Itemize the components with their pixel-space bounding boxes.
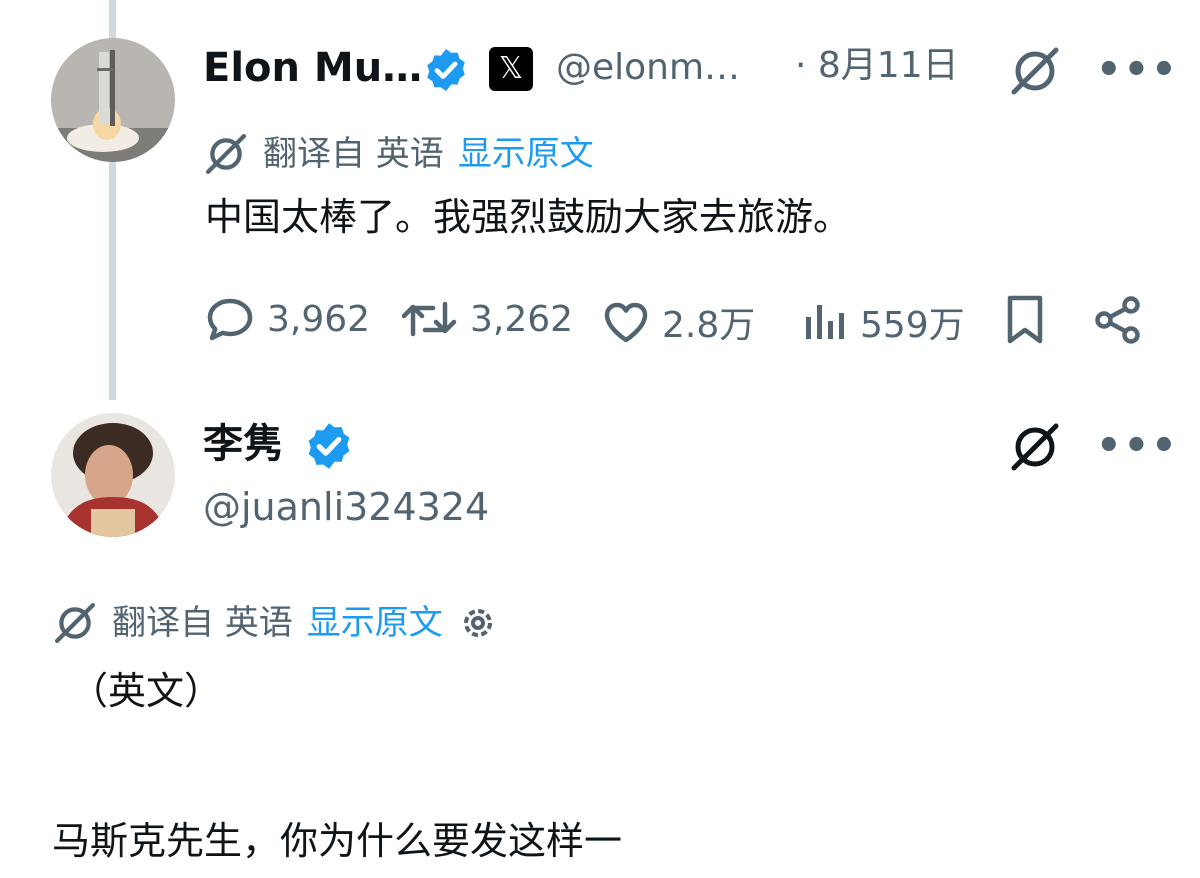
more-options-icon[interactable]: ••• bbox=[1096, 50, 1179, 90]
like-button[interactable]: 2.8万 bbox=[602, 296, 755, 348]
author-name[interactable]: Elon Mu… bbox=[203, 48, 422, 88]
reply-icon bbox=[205, 296, 255, 342]
gear-icon[interactable] bbox=[457, 602, 499, 644]
reply-text-line-2: 马斯克先生，你为什么要发这样一 bbox=[52, 819, 623, 863]
show-original-link[interactable]: 显示原文 bbox=[458, 137, 594, 171]
heart-icon bbox=[602, 300, 650, 344]
reply-author-name[interactable]: 李隽 bbox=[203, 424, 283, 464]
reply-grok-icon[interactable] bbox=[1008, 420, 1062, 474]
tweet-text: 中国太棒了。我强烈鼓励大家去旅游。 bbox=[205, 195, 852, 239]
reply-button[interactable]: 3,962 bbox=[205, 296, 370, 342]
reply-translated-from-label: 翻译自 英语 bbox=[112, 603, 293, 643]
reply-text-line-1: （英文） bbox=[70, 669, 223, 713]
reply-show-original-link[interactable]: 显示原文 bbox=[307, 606, 443, 640]
x-affiliate-badge: 𝕏 bbox=[489, 47, 533, 91]
tweet-date[interactable]: · 8月11日 bbox=[795, 48, 959, 84]
share-icon[interactable] bbox=[1092, 294, 1144, 346]
reply-author-handle[interactable]: @juanli324324 bbox=[203, 488, 489, 526]
reply-more-options-icon[interactable]: ••• bbox=[1096, 426, 1179, 466]
translation-row: 翻译自 英语 显示原文 bbox=[203, 131, 594, 177]
author-avatar[interactable] bbox=[51, 38, 175, 162]
views-count: 559万 bbox=[860, 305, 965, 346]
reply-count: 3,962 bbox=[267, 298, 371, 340]
bookmark-icon[interactable] bbox=[1002, 294, 1048, 346]
verified-badge-icon bbox=[422, 46, 470, 98]
views-chart-icon bbox=[802, 299, 848, 345]
reply-grok-translate-icon bbox=[52, 600, 98, 646]
grok-translate-icon bbox=[203, 131, 249, 177]
author-handle[interactable]: @elonm… bbox=[556, 50, 740, 86]
grok-icon[interactable] bbox=[1008, 44, 1062, 98]
like-count: 2.8万 bbox=[662, 305, 756, 346]
views-button[interactable]: 559万 bbox=[802, 296, 965, 348]
repost-button[interactable]: 3,262 bbox=[400, 296, 573, 342]
reply-author-avatar[interactable] bbox=[51, 413, 175, 537]
reply-verified-badge-icon bbox=[303, 420, 355, 476]
repost-icon bbox=[400, 296, 458, 342]
repost-count: 3,262 bbox=[470, 298, 574, 340]
reply-translation-row: 翻译自 英语 显示原文 bbox=[52, 600, 499, 646]
translated-from-label: 翻译自 英语 bbox=[263, 134, 444, 174]
